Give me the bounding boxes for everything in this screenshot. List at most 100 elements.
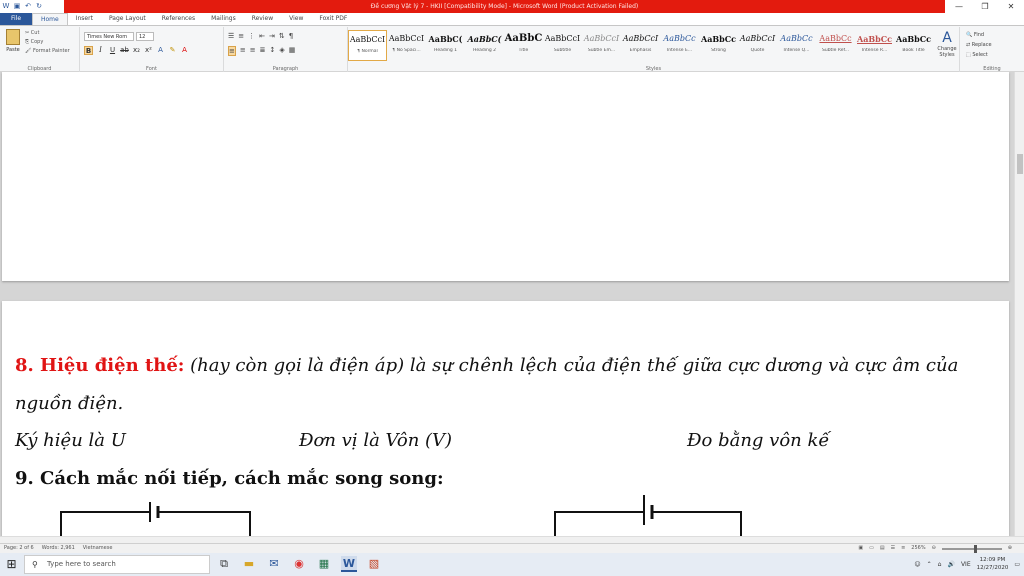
style-subtle-reference[interactable]: AaBbCc Subtle Ref... xyxy=(816,30,855,61)
outline-icon[interactable]: ☰ xyxy=(891,544,895,553)
copy-button[interactable]: ⎘ Copy xyxy=(25,38,70,47)
people-icon[interactable]: ☺ xyxy=(914,561,920,568)
line-spacing-icon[interactable]: ↕ xyxy=(270,46,276,56)
tab-insert[interactable]: Insert xyxy=(68,13,101,25)
replace-button[interactable]: ⇄ Replace xyxy=(966,40,992,50)
word-icon[interactable]: W xyxy=(341,556,357,572)
web-layout-icon[interactable]: ▤ xyxy=(880,544,885,553)
horizontal-scrollbar[interactable] xyxy=(0,536,1024,543)
print-layout-icon[interactable]: ▣ xyxy=(858,544,863,553)
windows-start-icon[interactable]: ⊞ xyxy=(4,557,19,572)
superscript-button[interactable]: x² xyxy=(144,46,153,55)
multilevel-list-icon[interactable]: ⋮ xyxy=(248,32,255,40)
show-hidden-icons[interactable]: ⌃ xyxy=(927,561,932,568)
bold-button[interactable]: B xyxy=(84,46,93,55)
tab-file[interactable]: File xyxy=(0,13,32,25)
style-emphasis[interactable]: AaBbCcI Emphasis xyxy=(621,30,660,61)
zoom-level[interactable]: 256% xyxy=(911,544,925,553)
align-center-icon[interactable]: ≡ xyxy=(240,46,246,56)
increase-indent-icon[interactable]: ⇥ xyxy=(269,32,275,40)
style-intense-reference[interactable]: AaBbCc Intense R... xyxy=(855,30,894,61)
style-intense-emphasis[interactable]: AaBbCc Intense E... xyxy=(660,30,699,61)
page-count[interactable]: Page: 2 of 6 xyxy=(4,544,34,553)
pilcrow-icon[interactable]: ¶ xyxy=(289,32,293,40)
tab-foxit-pdf[interactable]: Foxit PDF xyxy=(311,13,355,25)
subscript-button[interactable]: x₂ xyxy=(132,46,141,55)
find-button[interactable]: 🔍 Find xyxy=(966,30,992,40)
italic-button[interactable]: I xyxy=(96,46,105,55)
tab-mailings[interactable]: Mailings xyxy=(203,13,244,25)
bullets-icon[interactable]: ☰ xyxy=(228,32,234,40)
chrome-icon[interactable]: ◉ xyxy=(291,556,307,572)
style-quote[interactable]: AaBbCcI Quote xyxy=(738,30,777,61)
document-area[interactable]: 8. Hiệu điện thế: (hay còn gọi là điện á… xyxy=(0,72,1014,536)
change-styles-button[interactable]: A Change Styles xyxy=(934,30,960,58)
strikethrough-button[interactable]: ab xyxy=(120,46,129,55)
undo-icon[interactable]: ↶ xyxy=(24,2,32,10)
volume-icon[interactable]: 🔊 xyxy=(947,561,954,568)
style-intense-quote[interactable]: AaBbCc Intense Q... xyxy=(777,30,816,61)
sort-icon[interactable]: ⇅ xyxy=(279,32,285,40)
style-heading-2[interactable]: AaBbC(Heading 2 xyxy=(465,30,504,61)
underline-button[interactable]: U xyxy=(108,46,117,55)
zoom-slider[interactable] xyxy=(941,544,1002,553)
decrease-indent-icon[interactable]: ⇤ xyxy=(259,32,265,40)
unit-text: Đơn vị là Vôn (V) xyxy=(299,430,453,451)
notifications-icon[interactable]: ▭ xyxy=(1014,561,1020,568)
full-screen-icon[interactable]: ▭ xyxy=(869,544,874,553)
clock[interactable]: 12:09 PM 12/27/2020 xyxy=(977,556,1009,572)
font-name-select[interactable]: Times New Rom xyxy=(84,32,134,41)
save-icon[interactable]: ▣ xyxy=(13,2,21,10)
style-preview: AaBbCc xyxy=(896,34,931,44)
style-title[interactable]: AaBbC Title xyxy=(504,30,543,61)
word-count[interactable]: Words: 2,961 xyxy=(42,544,75,553)
vertical-scrollbar[interactable] xyxy=(1014,72,1024,536)
style-heading-1[interactable]: AaBbC(Heading 1 xyxy=(426,30,465,61)
borders-icon[interactable]: ▦ xyxy=(289,46,296,56)
zoom-out-icon[interactable]: ⊖ xyxy=(932,544,936,553)
format-painter-label: Format Painter xyxy=(32,48,70,54)
highlight-icon[interactable]: ✎ xyxy=(168,46,177,55)
text-effects-icon[interactable]: A xyxy=(156,46,165,55)
tab-page-layout[interactable]: Page Layout xyxy=(101,13,154,25)
font-color-icon[interactable]: A xyxy=(180,46,189,55)
align-left-icon[interactable]: ≡ xyxy=(228,46,236,56)
style-subtle-emphasis[interactable]: AaBbCcI Subtle Em... xyxy=(582,30,621,61)
excel-icon[interactable]: ▦ xyxy=(316,556,332,572)
tab-home[interactable]: Home xyxy=(32,13,68,25)
shading-icon[interactable]: ◈ xyxy=(279,46,284,56)
close-button[interactable]: ✕ xyxy=(998,0,1024,13)
network-icon[interactable]: ⌂ xyxy=(938,561,942,568)
font-size-select[interactable]: 12 xyxy=(136,32,154,41)
style-preview: AaBbCcI xyxy=(388,34,425,43)
redo-icon[interactable]: ↻ xyxy=(35,2,43,10)
cut-button[interactable]: ✂ Cut xyxy=(25,29,70,38)
tab-view[interactable]: View xyxy=(281,13,311,25)
restore-button[interactable]: ❐ xyxy=(972,0,998,13)
align-right-icon[interactable]: ≡ xyxy=(250,46,256,56)
tab-references[interactable]: References xyxy=(154,13,203,25)
select-button[interactable]: ⬚ Select xyxy=(966,50,992,60)
input-language[interactable]: VIE xyxy=(961,561,971,568)
numbering-icon[interactable]: ≡ xyxy=(238,32,244,40)
language-indicator[interactable]: Vietnamese xyxy=(83,544,113,553)
zoom-in-icon[interactable]: ⊕ xyxy=(1008,544,1012,553)
vertical-scroll-thumb[interactable] xyxy=(1017,154,1023,174)
format-painter-button[interactable]: 🖌 Format Painter xyxy=(25,47,70,56)
style-strong[interactable]: AaBbCc Strong xyxy=(699,30,738,61)
task-view-icon[interactable]: ⧉ xyxy=(216,556,232,572)
style-normal[interactable]: AaBbCcI ¶ Normal xyxy=(348,30,387,61)
tab-review[interactable]: Review xyxy=(244,13,281,25)
style-no-spacing[interactable]: AaBbCcI ¶ No Spaci... xyxy=(387,30,426,61)
file-explorer-icon[interactable]: ▬ xyxy=(241,556,257,572)
minimize-button[interactable]: — xyxy=(946,0,972,13)
style-subtitle[interactable]: AaBbCcI Subtitle xyxy=(543,30,582,61)
paste-button[interactable]: Paste xyxy=(4,29,22,53)
draft-icon[interactable]: ≡ xyxy=(901,544,905,553)
mail-icon[interactable]: ✉ xyxy=(266,556,282,572)
zoom-slider-handle[interactable] xyxy=(973,544,977,553)
powerpoint-icon[interactable]: ▧ xyxy=(366,556,382,572)
taskbar-search-box[interactable]: ⚲ Type here to search xyxy=(24,555,210,574)
style-book-title[interactable]: AaBbCc Book Title xyxy=(894,30,933,61)
justify-icon[interactable]: ≣ xyxy=(260,46,266,56)
